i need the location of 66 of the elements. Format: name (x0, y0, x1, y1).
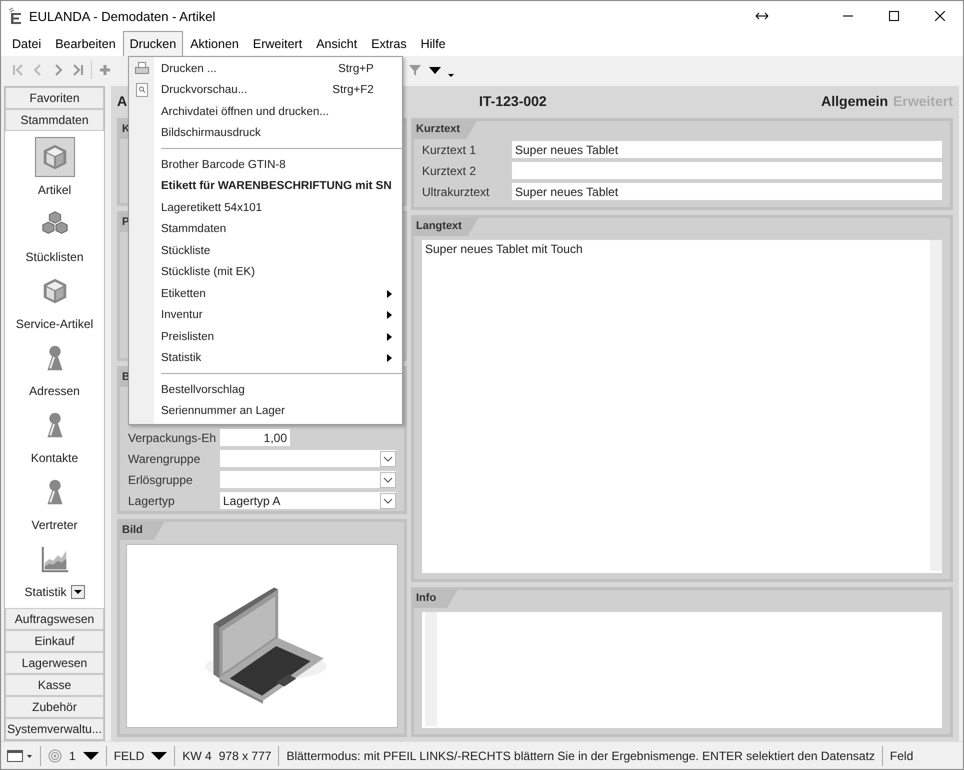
sidebar-item-label: Service-Artikel (16, 317, 94, 331)
menu-item[interactable]: Stückliste (129, 240, 402, 262)
field-label: Kurztext 2 (422, 164, 478, 178)
article-number: IT-123-002 (479, 93, 547, 109)
sidebar-item-label: Vertreter (31, 518, 78, 532)
menu-item[interactable]: Seriennummer an Lager (129, 400, 402, 422)
menu-item[interactable]: Etikett für WARENBESCHRIFTUNG mit SN (129, 176, 402, 197)
field-label: Lagertyp (128, 494, 176, 508)
menu-item[interactable]: Drucken (122, 31, 184, 56)
status-text: 978 x 777 (218, 748, 272, 762)
sidebar-item-label: Statistik (24, 585, 66, 599)
sidebar-section-button[interactable]: Stammdaten (5, 109, 104, 131)
field-label: Warengruppe (128, 452, 202, 466)
menu-item[interactable]: Etiketten (129, 283, 402, 304)
menu-item[interactable]: Ansicht (309, 31, 364, 56)
form-title: A (117, 93, 128, 109)
sidebar-item[interactable]: Vertreter (5, 472, 104, 537)
field-label: Erlösgruppe (128, 472, 194, 486)
sidebar-item-label: Artikel (38, 183, 72, 197)
status-text: Feld (890, 748, 914, 762)
menu-item[interactable]: Druckvorschau... Strg+F2 (129, 80, 402, 101)
menu-item[interactable]: Statistik (129, 348, 402, 369)
sidebar-item[interactable]: Adressen (5, 338, 104, 403)
sidebar-item-label: Kontakte (30, 451, 78, 465)
sidebar-section-button[interactable]: Einkauf (5, 630, 104, 652)
menu-item[interactable]: Bearbeiten (48, 31, 123, 56)
menu-item[interactable]: Archivdatei öffnen und drucken... (129, 101, 402, 122)
sidebar-section-button[interactable]: Lagerwesen (5, 652, 104, 674)
menu-item[interactable]: Drucken ... Strg+P (129, 58, 402, 80)
sidebar-section-button[interactable]: Zubehör (5, 696, 104, 718)
tab[interactable]: Allgemein (821, 93, 888, 109)
group-title: Bild (120, 522, 165, 540)
sidebar-item[interactable]: Artikel (5, 137, 104, 202)
status-message: Blättermodus: mit PFEIL LINKS/-RECHTS blättern Sie in der Ergebnismenge. ENTER selektiert den Datensatz (286, 748, 875, 762)
group-title: Info (414, 590, 458, 608)
menu-item[interactable]: Erweitert (246, 31, 310, 56)
combo-box[interactable]: Lagertyp A (220, 492, 396, 509)
input-field[interactable]: Super neues Tablet (512, 141, 942, 158)
status-text: KW 4 (182, 748, 212, 762)
sidebar-section-button[interactable]: Favoriten (5, 87, 104, 109)
menu-item[interactable]: Preislisten (129, 326, 402, 348)
status-text: 1 (69, 748, 76, 762)
menu-item[interactable]: Stückliste (mit EK) (129, 262, 402, 283)
window-title: EULANDA - Demodaten - Artikel (29, 8, 216, 24)
menu-item[interactable]: Inventur (129, 304, 402, 326)
status-text: FELD (114, 748, 144, 762)
sidebar-item[interactable]: Stücklisten (5, 204, 104, 269)
menu-item[interactable]: Aktionen (183, 31, 246, 56)
sidebar-section-button[interactable]: Auftragswesen (5, 608, 104, 630)
sidebar-section-button[interactable]: Systemverwaltu... (5, 718, 104, 740)
sidebar-item[interactable]: Kontakte (5, 405, 104, 470)
menu-item[interactable]: Datei (5, 31, 48, 56)
text-area[interactable]: Super neues Tablet mit Touch (422, 240, 942, 573)
sidebar-section-button[interactable]: Kasse (5, 674, 104, 696)
sidebar-item-label: Stücklisten (25, 250, 84, 264)
field-label: Verpackungs-Eh (128, 430, 218, 444)
input-field[interactable]: 1,00 (220, 429, 290, 446)
menu-item[interactable]: Hilfe (414, 31, 453, 56)
menu-item[interactable]: Extras (364, 31, 414, 56)
input-field[interactable]: Super neues Tablet (512, 183, 942, 200)
field-label: Kurztext 1 (422, 142, 478, 156)
field-label: Ultrakurztext (422, 184, 490, 198)
sidebar-item[interactable]: Statistik (5, 539, 104, 604)
sidebar-item-label: Adressen (29, 384, 80, 398)
sidebar-item[interactable]: Service-Artikel (5, 271, 104, 336)
menu-item[interactable]: Brother Barcode GTIN-8 (129, 154, 402, 176)
